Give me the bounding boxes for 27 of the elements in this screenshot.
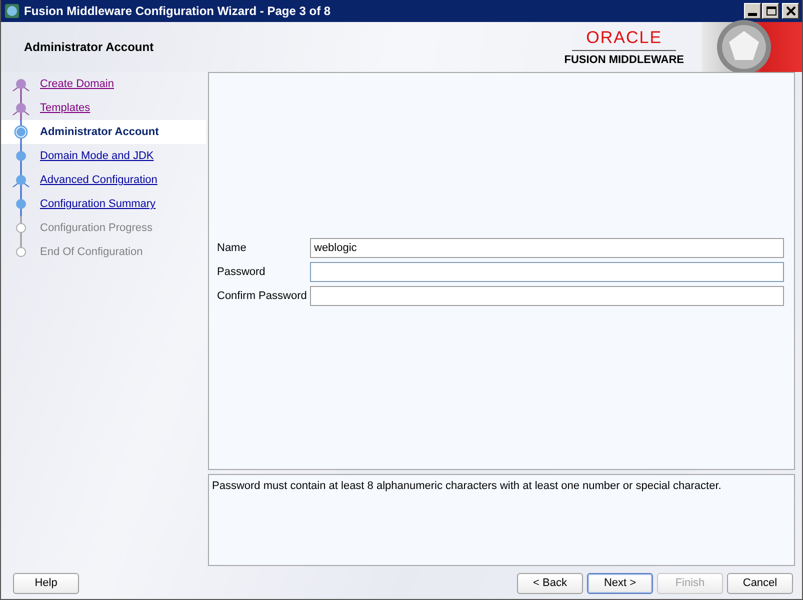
page-title: Administrator Account <box>23 40 155 54</box>
window-title: Fusion Middleware Configuration Wizard - Page 3 of 8 <box>24 4 332 18</box>
maximize-button[interactable] <box>762 3 779 19</box>
help-message: Password must contain at least 8 alphanumeric characters with at least one number or special character. <box>212 480 722 492</box>
field-label: Password <box>217 266 266 278</box>
wizard-button[interactable]: Cancel <box>727 572 793 594</box>
maximize-icon <box>764 4 778 18</box>
close-button[interactable] <box>782 3 799 19</box>
app-icon <box>4 3 20 19</box>
step-link[interactable]: Create Domain <box>40 78 114 90</box>
step-link[interactable]: Advanced Configuration <box>40 174 158 186</box>
close-icon <box>784 4 798 18</box>
input-field[interactable] <box>310 262 784 282</box>
wizard-button[interactable]: Next > <box>587 572 653 594</box>
minimize-icon <box>748 13 757 16</box>
step-link[interactable]: Templates <box>40 102 90 114</box>
oracle-logo: ORACLE <box>572 28 676 51</box>
field-label: Confirm Password <box>217 290 308 302</box>
input-field[interactable]: weblogic <box>310 238 784 258</box>
step-link[interactable]: Domain Mode and JDK <box>40 150 154 162</box>
minimize-button[interactable] <box>744 3 761 19</box>
product-name: FUSION MIDDLEWARE <box>564 53 684 66</box>
input-field[interactable] <box>310 286 784 306</box>
field-label: Name <box>217 242 248 254</box>
wizard-button[interactable]: Help <box>13 572 79 594</box>
step-link[interactable]: Configuration Summary <box>40 198 156 210</box>
wizard-button[interactable]: < Back <box>517 572 583 594</box>
